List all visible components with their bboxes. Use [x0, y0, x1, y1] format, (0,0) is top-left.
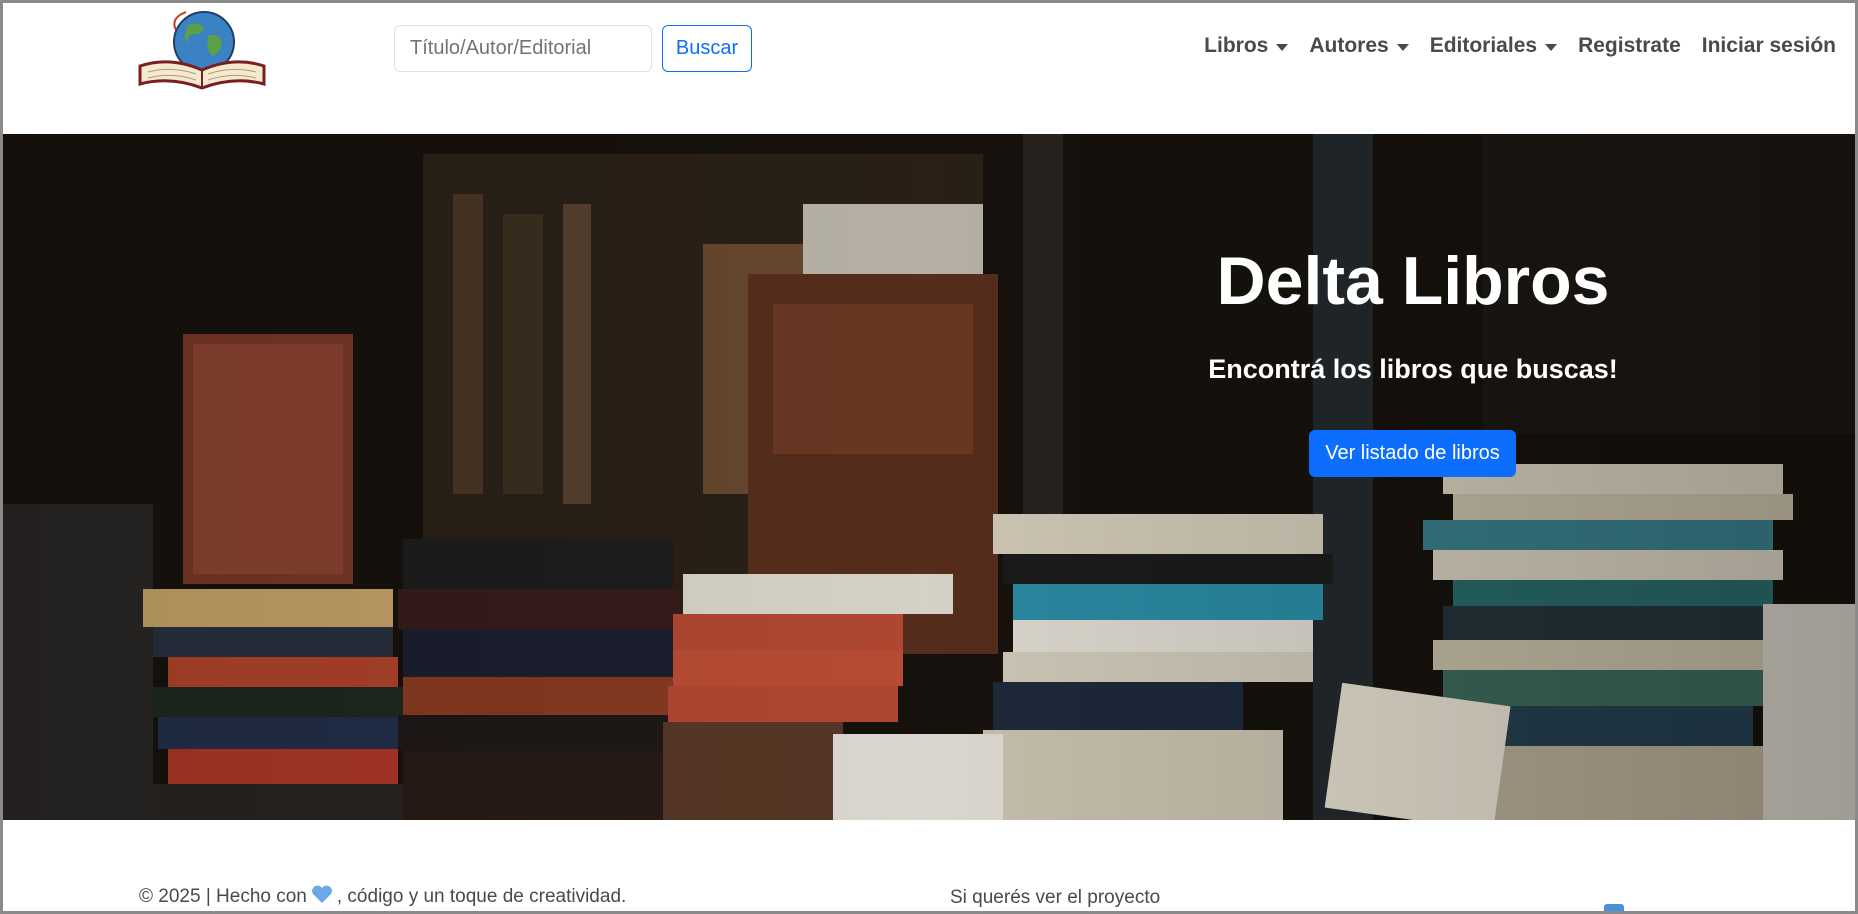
chevron-down-icon	[1276, 43, 1289, 51]
hero-title: Delta Libros	[1216, 243, 1610, 319]
nav-item-libros[interactable]: Libros	[1204, 34, 1289, 58]
hero-subtitle: Encontrá los libros que buscas!	[1208, 354, 1618, 384]
search-input[interactable]	[394, 25, 652, 72]
hero-banner: Delta Libros Encontrá los libros que bus…	[3, 134, 1855, 820]
repository-icon[interactable]	[1604, 904, 1624, 914]
view-books-button[interactable]: Ver listado de libros	[1309, 430, 1516, 477]
nav-item-label: Libros	[1204, 34, 1269, 57]
footer-copyright: © 2025 | Hecho con , código y un toque d…	[139, 884, 626, 910]
chevron-down-icon	[1396, 43, 1409, 51]
heart-icon	[311, 884, 333, 910]
copyright-prefix: © 2025 | Hecho con	[139, 886, 307, 907]
nav-item-label: Autores	[1309, 34, 1389, 57]
site-logo[interactable]	[136, 6, 270, 92]
copyright-suffix: , código y un toque de creatividad.	[336, 886, 627, 907]
nav-item-label: Iniciar sesión	[1701, 34, 1836, 57]
nav-item-label: Editoriales	[1429, 34, 1538, 57]
nav-item-autores[interactable]: Autores	[1309, 34, 1409, 58]
nav-item-iniciar-sesion[interactable]: Iniciar sesión	[1702, 34, 1836, 58]
hero-overlay	[3, 134, 1855, 820]
footer: © 2025 | Hecho con , código y un toque d…	[0, 820, 1858, 914]
chevron-down-icon	[1545, 43, 1558, 51]
footer-project-text: Si querés ver el proyecto	[950, 887, 1161, 908]
nav-item-editoriales[interactable]: Editoriales	[1429, 34, 1558, 58]
nav-item-registrate[interactable]: Registrate	[1578, 34, 1681, 58]
search-button[interactable]: Buscar	[662, 25, 752, 72]
nav-item-label: Registrate	[1578, 34, 1681, 57]
navbar: Buscar Libros Autores Editoriales Regist…	[0, 0, 1858, 134]
nav-menu: Libros Autores Editoriales Registrate In…	[1183, 34, 1836, 58]
